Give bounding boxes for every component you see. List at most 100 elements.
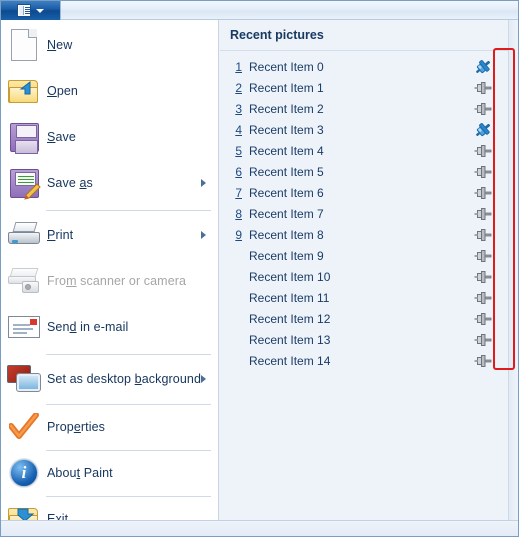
pin-unpinned-icon[interactable] [474,101,492,117]
recent-item-label: Recent Item 1 [249,80,324,95]
menu-item-new-label: New [47,38,73,52]
recent-item-row[interactable]: Recent Item 14 [220,350,508,371]
printer-icon [1,215,47,255]
application-menu-button[interactable] [1,1,61,20]
recent-item-row[interactable]: 2 Recent Item 1 [220,77,508,98]
chevron-down-icon [36,8,44,13]
menu-item-save[interactable]: Save [1,116,218,158]
recent-pictures-divider [220,50,508,51]
pin-unpinned-icon[interactable] [474,185,492,201]
menu-item-set-as-desktop-background-label: Set as desktop background [47,372,202,386]
menu-item-send-in-email[interactable]: Send in e-mail [1,306,218,348]
recent-item-number: 7 [235,185,242,200]
pin-unpinned-icon[interactable] [474,269,492,285]
recent-item-label: Recent Item 10 [249,269,331,284]
file-menu-commands-pane: New Open Save Save as Print From scanner… [1,20,219,531]
pin-unpinned-icon[interactable] [474,164,492,180]
recent-item-row[interactable]: 4 Recent Item 3 [220,119,508,140]
menu-item-set-as-desktop-background[interactable]: Set as desktop background [1,358,218,400]
recent-item-row[interactable]: 9 Recent Item 8 [220,224,508,245]
recent-item-row[interactable]: Recent Item 9 [220,245,508,266]
menu-item-print-label: Print [47,228,74,242]
recent-item-label: Recent Item 3 [249,122,324,137]
recent-item-label: Recent Item 7 [249,206,324,221]
recent-item-label: Recent Item 12 [249,311,331,326]
menu-item-about-paint-label: About Paint [47,466,113,480]
pin-unpinned-icon[interactable] [474,227,492,243]
footer-bar [1,520,518,536]
recent-item-number: 8 [235,206,242,221]
menu-item-save-label: Save [47,130,76,144]
floppy-disk-pencil-icon [1,163,47,203]
recent-item-row[interactable]: 3 Recent Item 2 [220,98,508,119]
recent-item-row[interactable]: Recent Item 10 [220,266,508,287]
recent-item-row[interactable]: 1 Recent Item 0 [220,56,508,77]
open-folder-icon [1,71,47,111]
recent-pictures-pane: Recent pictures 1 Recent Item 0 2 Recent It… [220,20,508,520]
pin-unpinned-icon[interactable] [474,290,492,306]
menu-item-open-label: Open [47,84,78,98]
recent-item-label: Recent Item 4 [249,143,324,158]
recent-item-number: 4 [235,122,242,137]
pin-unpinned-icon[interactable] [474,311,492,327]
recent-item-row[interactable]: 7 Recent Item 6 [220,182,508,203]
recent-item-row[interactable]: 5 Recent Item 4 [220,140,508,161]
menu-separator [46,210,211,211]
title-bar [1,1,518,20]
recent-item-number: 6 [235,164,242,179]
envelope-icon [1,307,47,347]
recent-item-row[interactable]: Recent Item 12 [220,308,508,329]
menu-item-print[interactable]: Print [1,214,218,256]
recent-pictures-title: Recent pictures [230,28,324,42]
menu-item-save-as[interactable]: Save as [1,162,218,204]
pin-unpinned-icon[interactable] [474,332,492,348]
recent-item-row[interactable]: 8 Recent Item 7 [220,203,508,224]
menu-icon [17,4,31,17]
menu-item-new[interactable]: New [1,24,218,66]
pin-unpinned-icon[interactable] [474,248,492,264]
menu-item-properties[interactable]: Properties [1,406,218,448]
pane-right-edge [508,20,518,520]
info-circle-icon: i [1,453,47,493]
floppy-disk-icon [1,117,47,157]
menu-item-open[interactable]: Open [1,70,218,112]
pin-unpinned-icon[interactable] [474,80,492,96]
pin-unpinned-icon[interactable] [474,206,492,222]
recent-item-label: Recent Item 8 [249,227,324,242]
menu-item-from-scanner-or-camera: From scanner or camera [1,260,218,302]
recent-item-label: Recent Item 2 [249,101,324,116]
recent-item-label: Recent Item 5 [249,164,324,179]
recent-item-number: 3 [235,101,242,116]
recent-item-number: 1 [235,59,242,74]
recent-item-row[interactable]: Recent Item 11 [220,287,508,308]
submenu-arrow-icon [201,231,206,239]
menu-item-from-scanner-or-camera-label: From scanner or camera [47,274,187,288]
submenu-arrow-icon [201,179,206,187]
recent-item-label: Recent Item 0 [249,59,324,74]
recent-item-row[interactable]: Recent Item 13 [220,329,508,350]
recent-item-number: 5 [235,143,242,158]
menu-item-about-paint[interactable]: i About Paint [1,452,218,494]
submenu-arrow-icon [201,375,206,383]
menu-item-send-in-email-label: Send in e-mail [47,320,129,334]
menu-item-save-as-label: Save as [47,176,93,190]
pin-pinned-icon[interactable] [474,59,492,75]
menu-item-properties-label: Properties [47,420,105,434]
recent-item-number: 2 [235,80,242,95]
menu-separator [46,404,211,405]
menu-separator [46,450,211,451]
scanner-camera-icon [1,261,47,301]
pin-pinned-icon[interactable] [474,122,492,138]
recent-item-label: Recent Item 14 [249,353,331,368]
recent-pictures-list: 1 Recent Item 0 2 Recent Item 1 3 Recent Item… [220,56,508,371]
paint-file-menu-window: New Open Save Save as Print From scanner… [0,0,519,537]
recent-item-label: Recent Item 13 [249,332,331,347]
pin-unpinned-icon[interactable] [474,143,492,159]
recent-item-label: Recent Item 9 [249,248,324,263]
menu-separator [46,354,211,355]
recent-item-label: Recent Item 6 [249,185,324,200]
new-document-icon [1,25,47,65]
recent-item-row[interactable]: 6 Recent Item 5 [220,161,508,182]
menu-separator [46,496,211,497]
pin-unpinned-icon[interactable] [474,353,492,369]
